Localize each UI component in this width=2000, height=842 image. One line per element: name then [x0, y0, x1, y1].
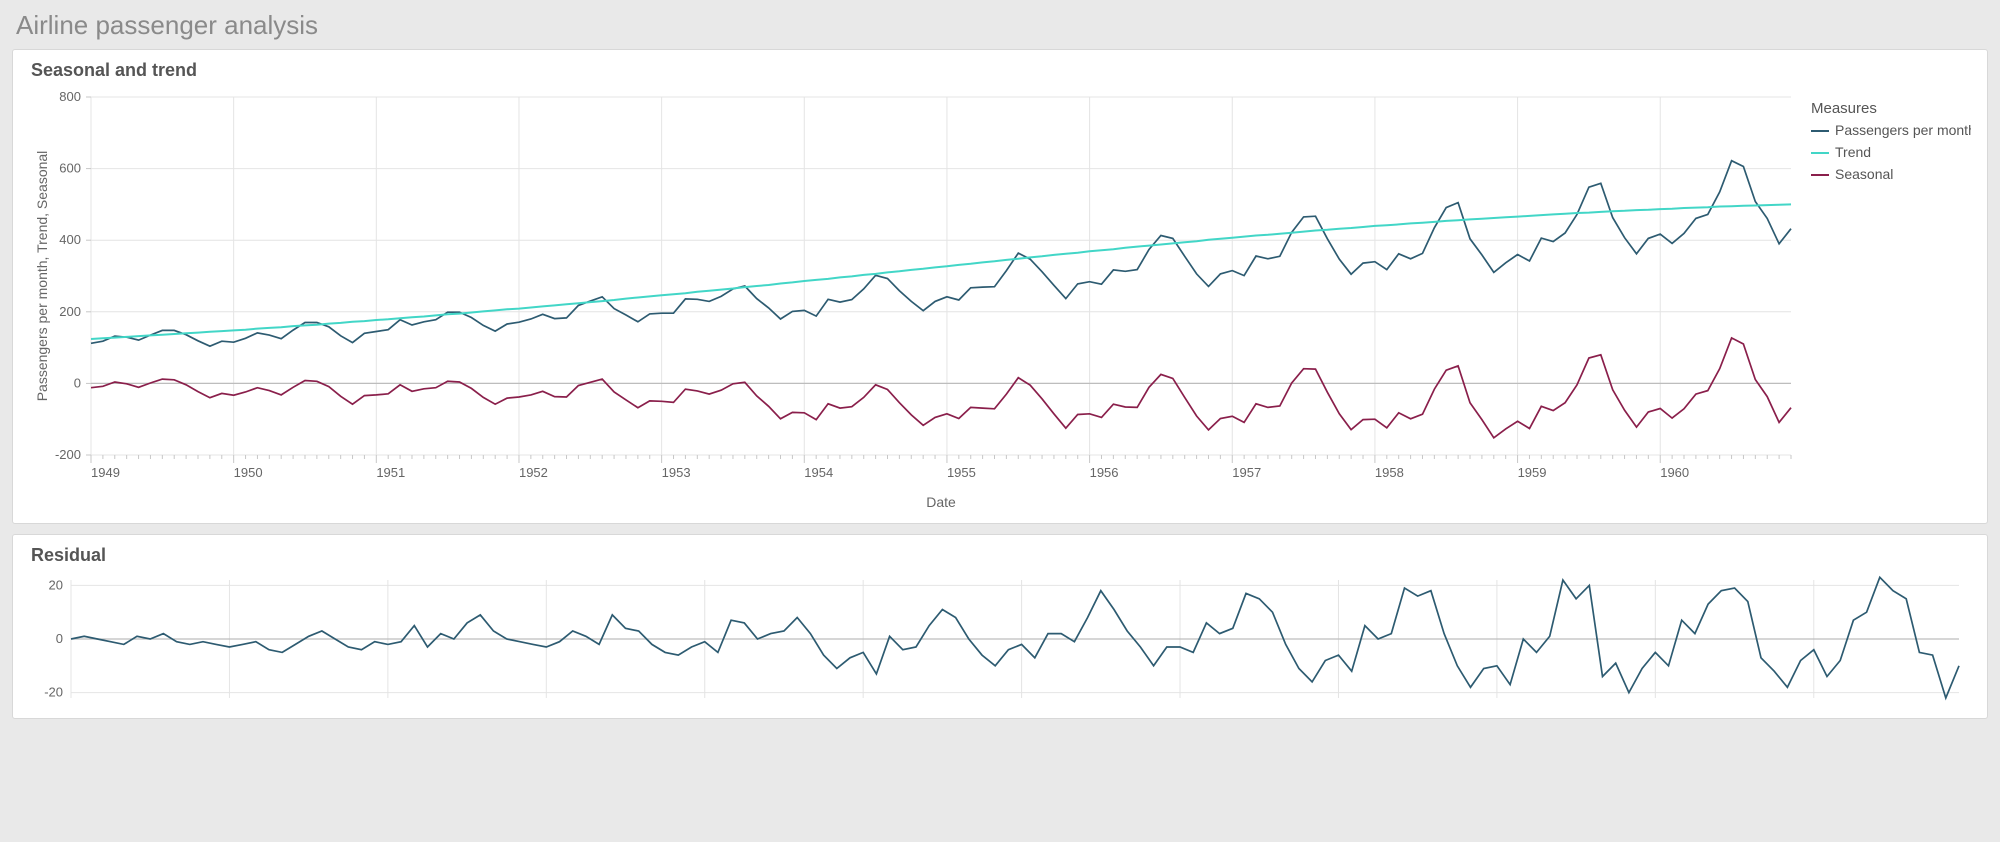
page-title: Airline passenger analysis: [16, 10, 1988, 41]
x-tick-label: 1954: [804, 465, 833, 480]
series-passengers: [91, 161, 1791, 347]
chart-seasonal-trend: -200 0 200 400 600 800 1949 1950 1951 1952 1953 195…: [31, 85, 1971, 515]
x-tick-label: 1950: [234, 465, 263, 480]
legend-title: Measures: [1811, 100, 1877, 117]
y-tick-label: -200: [55, 447, 81, 462]
x-tick-label: 1957: [1232, 465, 1261, 480]
chart-residual: -20 0 20: [31, 570, 1971, 710]
panel-title-bottom: Residual: [31, 545, 1969, 566]
series-residual: [71, 577, 1959, 698]
x-tick-label: 1956: [1090, 465, 1119, 480]
y-tick-label: 400: [59, 232, 81, 247]
y-tick-label: 800: [59, 89, 81, 104]
x-tick-label: 1953: [662, 465, 691, 480]
x-tick-label: 1959: [1518, 465, 1547, 480]
y-tick-label: -20: [44, 685, 63, 700]
series-seasonal: [91, 338, 1791, 438]
y-tick-label: 0: [74, 375, 81, 390]
x-tick-label: 1955: [947, 465, 976, 480]
panel-seasonal-trend: Seasonal and trend -200 0 200 400 600 800 1949…: [12, 49, 1988, 524]
x-tick-label: 1958: [1375, 465, 1404, 480]
panel-title-top: Seasonal and trend: [31, 60, 1969, 81]
y-tick-label: 0: [56, 631, 63, 646]
chart-legend: Measures Passengers per month Trend Seasona…: [1811, 100, 1971, 182]
x-tick-label: 1960: [1660, 465, 1689, 480]
series-trend: [91, 204, 1791, 339]
y-tick-label: 200: [59, 304, 81, 319]
legend-item: Passengers per month: [1835, 122, 1971, 138]
y-axis-label: Passengers per month, Trend, Seasonal: [34, 151, 50, 402]
panel-residual: Residual -20 0 20: [12, 534, 1988, 719]
y-tick-label: 20: [49, 577, 63, 592]
x-tick-label: 1949: [91, 465, 120, 480]
legend-item: Seasonal: [1835, 166, 1893, 182]
y-tick-label: 600: [59, 161, 81, 176]
legend-item: Trend: [1835, 144, 1871, 160]
x-tick-label: 1952: [519, 465, 548, 480]
x-tick-label: 1951: [376, 465, 405, 480]
x-axis-label: Date: [926, 494, 956, 510]
